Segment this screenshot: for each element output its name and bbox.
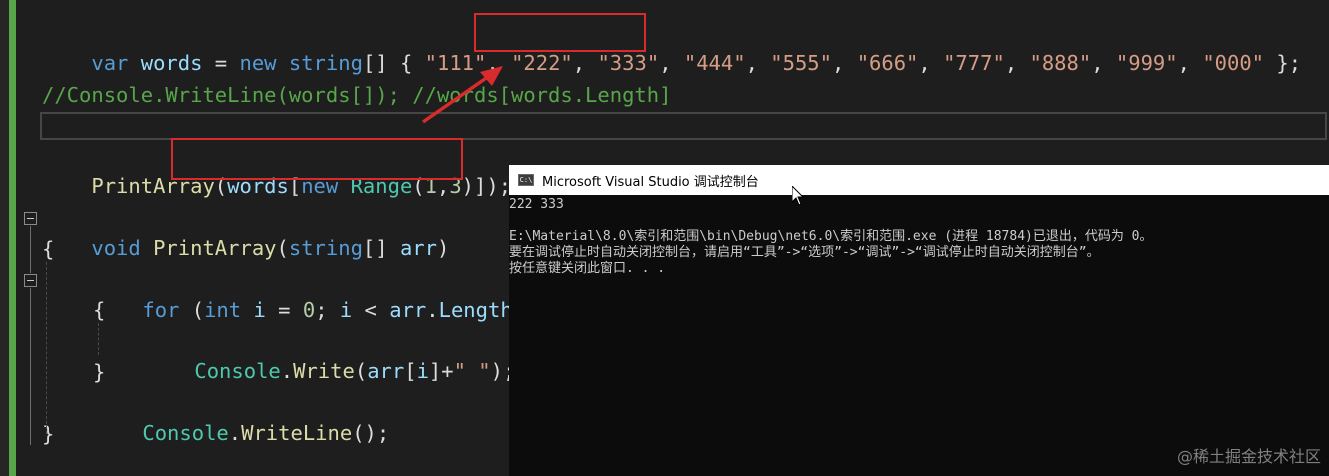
debug-console-window[interactable]: C:\ Microsoft Visual Studio 调试控制台 222 33… [509, 165, 1329, 476]
console-output-line: E:\Material\8.0\索引和范围\bin\Debug\net6.0\索… [509, 229, 1153, 244]
console-app-icon: C:\ [518, 174, 534, 186]
console-output-line: 222 333 [509, 197, 564, 212]
console-title: Microsoft Visual Studio 调试控制台 [542, 174, 759, 190]
watermark: @稀土掘金技术社区 [1176, 447, 1321, 466]
console-output[interactable]: 222 333 E:\Material\8.0\索引和范围\bin\Debug\… [509, 195, 1329, 476]
console-titlebar[interactable]: C:\ Microsoft Visual Studio 调试控制台 [509, 165, 1329, 195]
mouse-cursor-icon [792, 186, 805, 206]
console-output-line: 按任意键关闭此窗口. . . [509, 261, 666, 276]
console-output-line: 要在调试停止时自动关闭控制台，请启用“工具”->“选项”->“调试”->“调试停… [509, 245, 1100, 260]
